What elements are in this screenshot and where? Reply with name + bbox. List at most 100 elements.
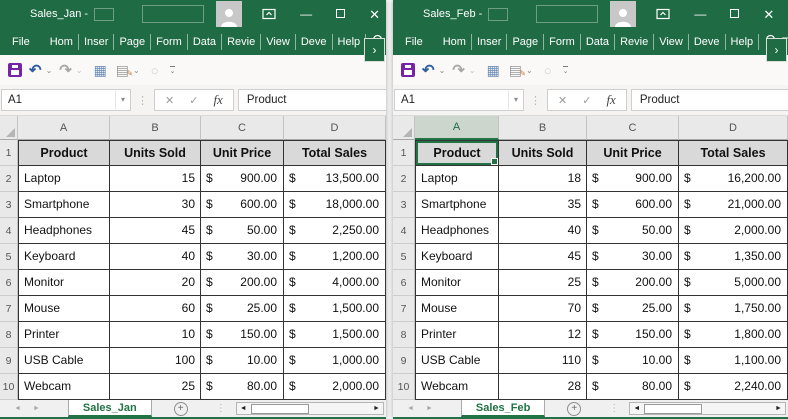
header-unit-price[interactable]: Unit Price: [587, 140, 679, 166]
cell-unit-price[interactable]: $80.00: [201, 374, 284, 400]
undo-icon[interactable]: ↶: [29, 63, 42, 78]
cell-unit-price[interactable]: $900.00: [201, 166, 284, 192]
circle-tool-icon[interactable]: ○: [544, 64, 552, 77]
tab-page-layout[interactable]: Page: [114, 34, 151, 50]
cell-units-sold[interactable]: 20: [110, 270, 201, 296]
header-product-selected-cell[interactable]: Product: [415, 140, 499, 166]
table-row[interactable]: 8 Printer 10 $150.00 $1,500.00: [0, 322, 386, 348]
tab-page-layout[interactable]: Page: [507, 34, 544, 50]
table-row[interactable]: 2 Laptop 15 $900.00 $13,500.00: [0, 166, 386, 192]
tab-home[interactable]: Hom: [438, 34, 472, 50]
row-number[interactable]: 7: [393, 296, 415, 322]
header-total-sales[interactable]: Total Sales: [679, 140, 788, 166]
table-row[interactable]: 7 Mouse 60 $25.00 $1,500.00: [0, 296, 386, 322]
table-row[interactable]: 10 Webcam 28 $80.00 $2,240.00: [393, 374, 788, 400]
tab-developer[interactable]: Deve: [296, 34, 333, 50]
table-row[interactable]: 6 Monitor 25 $200.00 $5,000.00: [393, 270, 788, 296]
titlebar[interactable]: Sales_Feb - — ✕: [393, 0, 788, 28]
cell-unit-price[interactable]: $600.00: [587, 192, 679, 218]
ribbon-display-options-icon[interactable]: [656, 8, 670, 20]
column-header-a[interactable]: A: [18, 116, 110, 140]
cell-product[interactable]: Monitor: [415, 270, 499, 296]
minimize-icon[interactable]: —: [300, 8, 312, 20]
table-row[interactable]: 4 Headphones 45 $50.00 $2,250.00: [0, 218, 386, 244]
cell-product[interactable]: Laptop: [415, 166, 499, 192]
column-header-c[interactable]: C: [201, 116, 284, 140]
redo-icon[interactable]: ↷: [452, 63, 465, 78]
cell-total-sales[interactable]: $1,200.00: [284, 244, 386, 270]
titlebar-search-box[interactable]: [142, 5, 204, 23]
insert-function-icon[interactable]: fx: [606, 92, 615, 108]
cell-total-sales[interactable]: $2,250.00: [284, 218, 386, 244]
cell-product[interactable]: USB Cable: [18, 348, 110, 374]
cancel-icon[interactable]: ✕: [165, 94, 174, 107]
cell-unit-price[interactable]: $900.00: [587, 166, 679, 192]
cell-units-sold[interactable]: 60: [110, 296, 201, 322]
column-header-d[interactable]: D: [679, 116, 788, 140]
cell-product[interactable]: Laptop: [18, 166, 110, 192]
cell-units-sold[interactable]: 40: [110, 244, 201, 270]
row-number[interactable]: 4: [393, 218, 415, 244]
new-sheet-button[interactable]: +: [567, 402, 581, 416]
tab-home[interactable]: Hom: [45, 34, 79, 50]
table-row[interactable]: 4 Headphones 40 $50.00 $2,000.00: [393, 218, 788, 244]
table-row[interactable]: 3 Smartphone 35 $600.00 $21,000.00: [393, 192, 788, 218]
tab-file[interactable]: File: [8, 34, 35, 50]
row-number[interactable]: 1: [393, 140, 415, 166]
form-dropdown-icon[interactable]: ⌄: [526, 66, 533, 75]
cell-units-sold[interactable]: 100: [110, 348, 201, 374]
horizontal-scrollbar[interactable]: ◄ ►: [236, 402, 384, 415]
cell-total-sales[interactable]: $13,500.00: [284, 166, 386, 192]
sheet-tab[interactable]: Sales_Feb: [461, 400, 545, 417]
row-number[interactable]: 9: [393, 348, 415, 374]
table-row[interactable]: 8 Printer 12 $150.00 $1,800.00: [393, 322, 788, 348]
cell-product[interactable]: Mouse: [18, 296, 110, 322]
horizontal-scrollbar[interactable]: ◄ ►: [629, 402, 786, 415]
form-tool-icon[interactable]: ▤: [509, 63, 522, 77]
form-dropdown-icon[interactable]: ⌄: [133, 66, 140, 75]
cell-product[interactable]: Webcam: [18, 374, 110, 400]
undo-dropdown-icon[interactable]: ⌄: [46, 66, 53, 75]
cell-product[interactable]: Keyboard: [18, 244, 110, 270]
row-number[interactable]: 6: [393, 270, 415, 296]
tab-help[interactable]: Help: [726, 34, 760, 50]
cell-total-sales[interactable]: $1,750.00: [679, 296, 788, 322]
select-all-button[interactable]: [0, 116, 18, 140]
table-tool-icon[interactable]: ▦: [94, 63, 107, 77]
row-number[interactable]: 3: [393, 192, 415, 218]
cell-product[interactable]: Keyboard: [415, 244, 499, 270]
row-number[interactable]: 7: [0, 296, 18, 322]
cancel-icon[interactable]: ✕: [558, 94, 567, 107]
tab-review[interactable]: Revie: [615, 34, 654, 50]
cell-total-sales[interactable]: $18,000.00: [284, 192, 386, 218]
formula-bar[interactable]: Product: [238, 89, 386, 111]
row-number[interactable]: 10: [0, 374, 18, 400]
cell-product[interactable]: Monitor: [18, 270, 110, 296]
scroll-right-icon[interactable]: ►: [370, 405, 383, 412]
cell-total-sales[interactable]: $16,200.00: [679, 166, 788, 192]
save-icon[interactable]: [8, 63, 22, 77]
cell-units-sold[interactable]: 45: [110, 218, 201, 244]
cell-units-sold[interactable]: 40: [499, 218, 587, 244]
tab-insert[interactable]: Inser: [472, 34, 507, 50]
name-box[interactable]: A1 ▾: [1, 89, 131, 111]
table-row[interactable]: 9 USB Cable 110 $10.00 $1,100.00: [393, 348, 788, 374]
table-row[interactable]: 5 Keyboard 40 $30.00 $1,200.00: [0, 244, 386, 270]
cell-total-sales[interactable]: $1,350.00: [679, 244, 788, 270]
cell-unit-price[interactable]: $50.00: [587, 218, 679, 244]
customize-toolbar-icon[interactable]: ⌄: [563, 66, 569, 75]
undo-icon[interactable]: ↶: [422, 63, 435, 78]
select-all-button[interactable]: [393, 116, 415, 140]
sheet-nav-left-icon[interactable]: ◄: [407, 405, 414, 412]
row-number[interactable]: 4: [0, 218, 18, 244]
cell-units-sold[interactable]: 25: [110, 374, 201, 400]
name-box[interactable]: A1 ▾: [394, 89, 524, 111]
column-header-a-selected[interactable]: A: [415, 116, 499, 140]
cell-unit-price[interactable]: $25.00: [201, 296, 284, 322]
cell-units-sold[interactable]: 30: [110, 192, 201, 218]
table-row[interactable]: 3 Smartphone 30 $600.00 $18,000.00: [0, 192, 386, 218]
cell-total-sales[interactable]: $1,500.00: [284, 322, 386, 348]
cell-unit-price[interactable]: $200.00: [587, 270, 679, 296]
tab-review[interactable]: Revie: [222, 34, 261, 50]
scroll-right-icon[interactable]: ►: [772, 405, 785, 412]
